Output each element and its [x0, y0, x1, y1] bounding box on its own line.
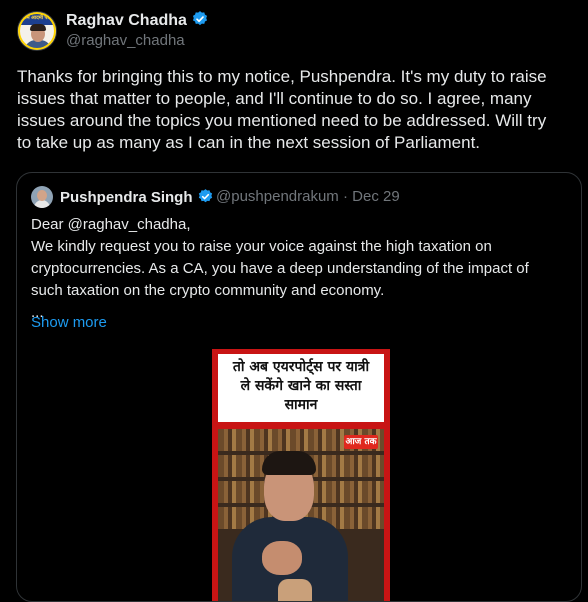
media-caption: तो अब एयरपोर्ट्स पर यात्री ले सकेंगे खान… — [218, 354, 384, 422]
tweet-text: Thanks for bringing this to my notice, P… — [17, 67, 547, 152]
tweet: आम आदमी पार्टी Raghav Chadha @raghav_cha… — [0, 0, 588, 602]
show-more-link[interactable]: Show more — [31, 314, 107, 331]
author-name-row[interactable]: Raghav Chadha — [66, 10, 209, 33]
quoted-author-name-row[interactable]: Pushpendra Singh — [60, 188, 214, 209]
author-handle[interactable]: @raghav_chadha — [66, 32, 185, 49]
quoted-tweet-text: Dear @raghav_chadha, We kindly request y… — [31, 216, 529, 321]
media-video-frame: आज तक — [218, 429, 384, 601]
author-name[interactable]: Raghav Chadha — [66, 12, 187, 29]
verified-badge-icon — [191, 10, 209, 33]
verified-badge-icon — [197, 188, 214, 209]
quoted-author-name[interactable]: Pushpendra Singh — [60, 189, 193, 206]
channel-logo: आज तक — [344, 435, 378, 449]
quoted-meta: @pushpendrakum · Dec 29 — [216, 188, 400, 205]
quoted-date[interactable]: Dec 29 — [352, 188, 400, 205]
quoted-tweet[interactable]: Pushpendra Singh @pushpendrakum · Dec 29… — [16, 172, 582, 602]
quoted-media-thumbnail[interactable]: तो अब एयरपोर्ट्स पर यात्री ले सकेंगे खान… — [212, 349, 390, 601]
quoted-author-handle[interactable]: @pushpendrakum — [216, 188, 339, 205]
quoted-author-avatar[interactable] — [31, 186, 53, 208]
author-avatar[interactable]: आम आदमी पार्टी — [17, 11, 57, 51]
meta-separator: · — [342, 188, 348, 205]
